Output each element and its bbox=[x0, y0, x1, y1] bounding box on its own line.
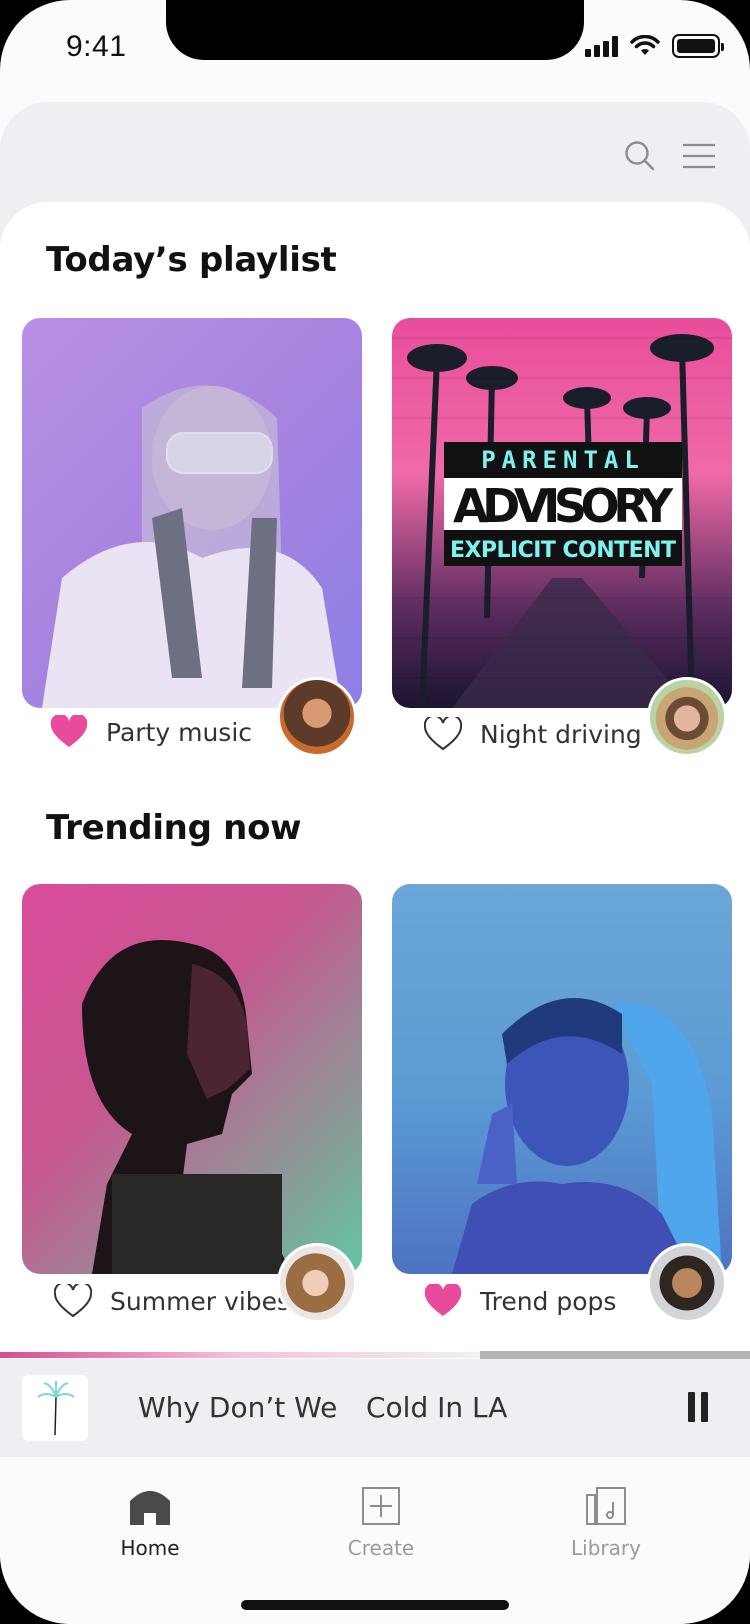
heart-filled-icon[interactable] bbox=[424, 1284, 462, 1318]
svg-text:ADVISORY: ADVISORY bbox=[453, 479, 674, 533]
playlist-card-summer-vibes[interactable] bbox=[22, 884, 362, 1274]
now-playing-artist: Cold In LA bbox=[366, 1391, 508, 1424]
svg-text:PARENTAL: PARENTAL bbox=[481, 446, 645, 474]
battery-icon bbox=[672, 34, 724, 58]
card-label-trend-pops: Trend pops bbox=[480, 1286, 617, 1316]
card-label-party-music: Party music bbox=[106, 717, 253, 747]
tab-library[interactable]: Library bbox=[531, 1487, 681, 1560]
wifi-icon bbox=[630, 35, 660, 55]
tab-label-home: Home bbox=[120, 1536, 180, 1560]
avatar bbox=[647, 677, 727, 757]
heart-outline-icon[interactable] bbox=[54, 1284, 92, 1318]
pause-icon[interactable] bbox=[688, 1392, 708, 1422]
device-notch bbox=[166, 0, 584, 60]
status-icons bbox=[585, 34, 724, 58]
tab-label-library: Library bbox=[571, 1536, 641, 1560]
section-title-todays-playlist: Today’s playlist bbox=[46, 240, 337, 280]
cellular-signal-icon bbox=[585, 35, 618, 57]
plus-square-icon bbox=[362, 1487, 400, 1525]
search-icon[interactable] bbox=[624, 140, 656, 172]
palm-tree-icon bbox=[37, 1381, 75, 1436]
card-label-summer-vibes: Summer vibes bbox=[110, 1286, 291, 1316]
card-caption-summer-vibes: Summer vibes bbox=[54, 1284, 290, 1318]
cover-photo-summer-vibes bbox=[82, 940, 292, 1274]
playlist-card-party-music[interactable] bbox=[22, 318, 362, 708]
card-label-night-driving: Night driving bbox=[480, 719, 642, 749]
cover-photo-trend-pops bbox=[452, 998, 722, 1274]
mini-player[interactable]: Why Don’t We Cold In LA bbox=[0, 1359, 750, 1457]
status-time: 9:41 bbox=[66, 30, 127, 63]
card-caption-night-driving: Night driving bbox=[424, 717, 642, 751]
playlist-card-trend-pops[interactable] bbox=[392, 884, 732, 1274]
svg-text:EXPLICIT CONTENT: EXPLICIT CONTENT bbox=[450, 538, 676, 563]
avatar bbox=[647, 1243, 727, 1323]
now-playing-title: Why Don’t We bbox=[138, 1391, 338, 1424]
cover-photo-party-music bbox=[42, 385, 342, 708]
tab-create[interactable]: Create bbox=[306, 1487, 456, 1560]
avatar bbox=[277, 677, 357, 757]
library-icon bbox=[586, 1487, 626, 1525]
playback-progress-bar[interactable] bbox=[0, 1351, 750, 1359]
header-actions bbox=[624, 140, 716, 172]
tab-label-create: Create bbox=[347, 1536, 415, 1560]
hamburger-menu-icon[interactable] bbox=[682, 142, 716, 170]
heart-filled-icon[interactable] bbox=[50, 715, 88, 749]
tab-home[interactable]: Home bbox=[75, 1487, 225, 1560]
playlist-card-night-driving[interactable]: PARENTAL ADVISORY EXPLICIT CONTENT bbox=[392, 318, 732, 708]
avatar bbox=[277, 1243, 357, 1323]
progress-played bbox=[0, 1352, 480, 1358]
card-caption-trend-pops: Trend pops bbox=[424, 1284, 616, 1318]
cover-photo-night-driving: PARENTAL ADVISORY EXPLICIT CONTENT bbox=[392, 334, 732, 708]
phone-screen: 9:41 Today’s playlist Party music PARENT… bbox=[0, 0, 750, 1624]
home-icon bbox=[130, 1491, 170, 1525]
progress-remaining bbox=[480, 1351, 750, 1359]
tab-bar: Home Create Library bbox=[0, 1457, 750, 1624]
section-title-trending-now: Trending now bbox=[46, 808, 302, 848]
home-indicator bbox=[241, 1600, 509, 1610]
album-cover-thumbnail bbox=[22, 1375, 88, 1441]
heart-outline-icon[interactable] bbox=[424, 717, 462, 751]
card-caption-party-music: Party music bbox=[50, 715, 252, 749]
